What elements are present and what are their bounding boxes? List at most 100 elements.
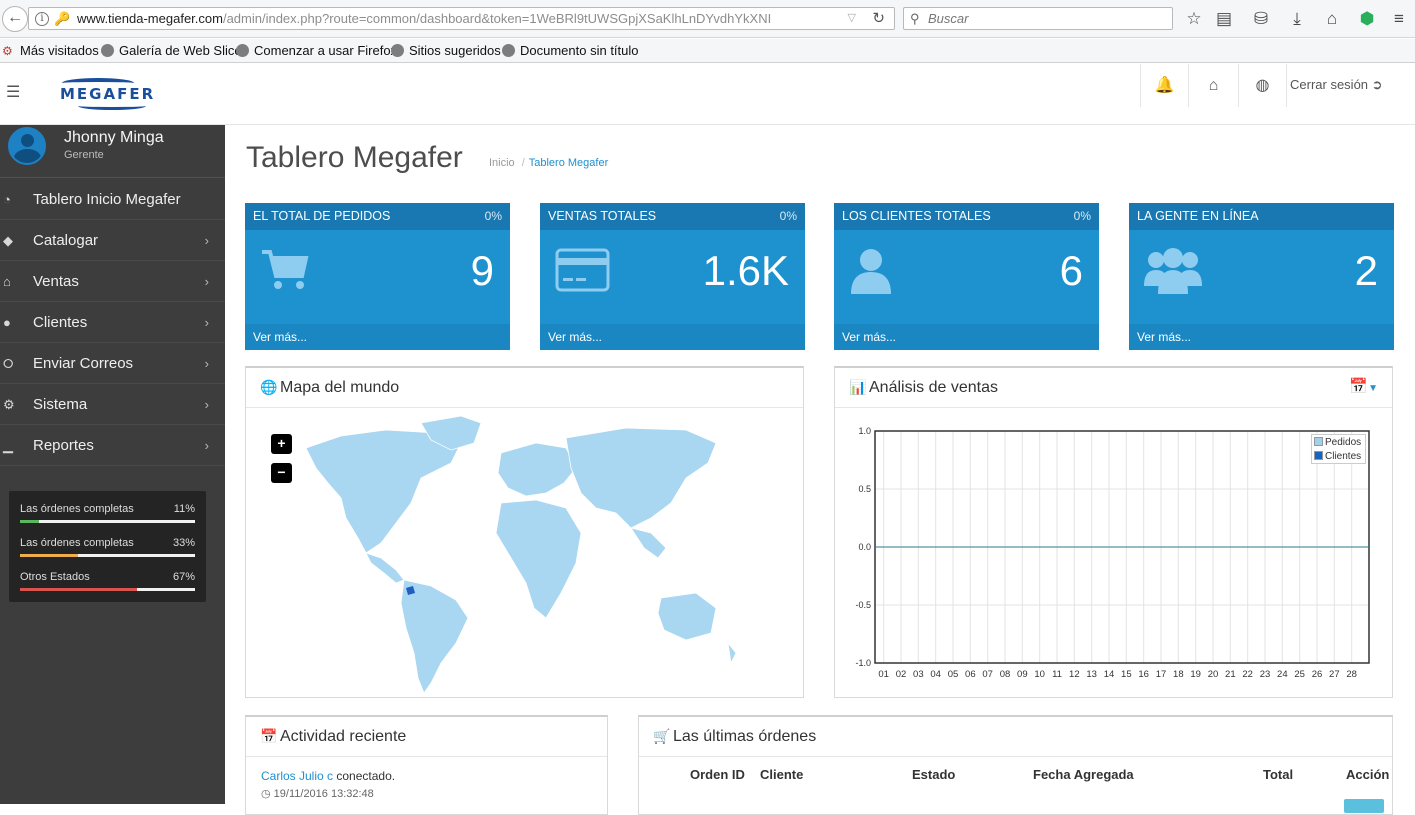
- sidebar-item-6[interactable]: ▁ Reportes ›: [0, 425, 225, 466]
- tile-title: LOS CLIENTES TOTALES: [842, 209, 991, 223]
- notifications-button[interactable]: 🔔: [1140, 64, 1188, 107]
- panel-title: Análisis de ventas: [869, 379, 998, 396]
- column-header-customer[interactable]: Cliente: [760, 767, 803, 782]
- sidebar-item-label: Reportes: [33, 437, 94, 454]
- tile-more-link[interactable]: Ver más...: [245, 324, 510, 350]
- bookmark-web-slice[interactable]: Galería de Web Slice: [101, 43, 242, 58]
- url-host: www.tienda-megafer.com: [77, 11, 223, 26]
- sidebar-item-3[interactable]: ● Clientes ›: [0, 302, 225, 343]
- bookmark-most-visited[interactable]: ⚙ Más visitados: [2, 43, 99, 58]
- reading-list-icon[interactable]: ▤: [1213, 8, 1235, 30]
- tile-heading: LA GENTE EN LÍNEA: [1129, 203, 1394, 230]
- breadcrumb-home[interactable]: Inicio: [489, 157, 515, 169]
- column-header-order-id[interactable]: Orden ID: [690, 767, 745, 782]
- x-tick-label: 09: [1017, 669, 1028, 680]
- activity-user-link[interactable]: Carlos Julio c: [261, 769, 333, 783]
- extension-icon[interactable]: ⬢: [1356, 8, 1378, 30]
- help-button[interactable]: ◍: [1238, 64, 1286, 107]
- bookmark-suggested[interactable]: Sitios sugeridos: [391, 43, 501, 58]
- sidebar-item-2[interactable]: ⌂ Ventas ›: [0, 261, 225, 302]
- tile-heading: VENTAS TOTALES 0%: [540, 203, 805, 230]
- breadcrumb-active[interactable]: Tablero Megafer: [529, 157, 609, 169]
- map-southeast-asia: [630, 527, 667, 559]
- map-zoom-out-button[interactable]: −: [271, 463, 292, 483]
- sidebar-item-1[interactable]: ◆ Catalogar ›: [0, 220, 225, 261]
- bookmark-firefox[interactable]: Comenzar a usar Firefox: [236, 43, 397, 58]
- chevron-right-icon: ›: [204, 356, 209, 371]
- map-new-zealand: [727, 641, 737, 665]
- menu-icon[interactable]: ≡: [1388, 8, 1410, 30]
- reload-icon[interactable]: ↻: [872, 8, 885, 29]
- calendar-range-button[interactable]: 📅▼: [1349, 377, 1378, 395]
- info-icon[interactable]: i: [35, 12, 49, 26]
- panel-heading: 📊 Análisis de ventas: [835, 368, 1392, 408]
- logout-button[interactable]: Cerrar sesión ➲: [1290, 77, 1383, 93]
- tile-more-link[interactable]: Ver más...: [834, 324, 1099, 350]
- tile-percent: 0%: [1073, 209, 1091, 223]
- recent-activity-panel: 📅 Actividad reciente Carlos Julio c conec…: [245, 715, 608, 815]
- order-status-panel: Las órdenes completas 11% Las órdenes comp…: [9, 491, 206, 602]
- status-progress-fill: [20, 520, 40, 523]
- globe-icon: [236, 44, 249, 57]
- star-icon[interactable]: ☆: [1183, 8, 1205, 30]
- sign-out-icon: ➲: [1371, 77, 1383, 92]
- chevron-right-icon: ›: [204, 274, 209, 289]
- tile-title: VENTAS TOTALES: [548, 209, 657, 223]
- share-icon: ⭘: [3, 356, 14, 371]
- bookmark-document[interactable]: Documento sin título: [502, 43, 639, 58]
- tile-percent: 0%: [484, 209, 502, 223]
- y-tick-label: 1.0: [858, 426, 871, 436]
- store-home-button[interactable]: ⌂: [1188, 64, 1238, 107]
- download-icon[interactable]: ⤓: [1286, 8, 1308, 30]
- legend-item-clientes: Clientes: [1314, 451, 1361, 463]
- user-profile[interactable]: Jhonny Minga Gerente: [0, 125, 225, 178]
- sidebar-item-0[interactable]: ◔ Tablero Inicio Megafer: [0, 179, 225, 220]
- pocket-icon[interactable]: ⛁: [1250, 8, 1272, 30]
- tile-value: 9: [470, 247, 494, 294]
- x-tick-label: 27: [1329, 669, 1340, 680]
- tile-value: 1.6K: [702, 247, 789, 294]
- chevron-right-icon: ›: [204, 315, 209, 330]
- activity-item: Carlos Julio c conectado. ◷ 19/11/2016 1…: [261, 769, 395, 800]
- world-map[interactable]: [246, 408, 803, 698]
- sidebar-item-5[interactable]: ⚙ Sistema ›: [0, 384, 225, 425]
- megafer-logo[interactable]: MEGAFER: [58, 78, 153, 112]
- tag-icon: ◆: [3, 233, 13, 248]
- x-tick-label: 15: [1121, 669, 1132, 680]
- panel-title: Mapa del mundo: [280, 379, 400, 396]
- map-zoom-in-button[interactable]: +: [271, 434, 292, 454]
- x-tick-label: 19: [1190, 669, 1201, 680]
- x-tick-label: 07: [982, 669, 993, 680]
- x-tick-label: 11: [1052, 669, 1062, 680]
- users-icon: [1144, 248, 1202, 298]
- status-percent: 11%: [173, 503, 195, 515]
- cog-icon: ⚙: [3, 397, 15, 412]
- url-bar[interactable]: i 🔑 www.tienda-megafer.com/admin/index.p…: [28, 7, 895, 30]
- tile-percent: 0%: [779, 209, 797, 223]
- tile-value: 2: [1354, 247, 1378, 294]
- column-header-status[interactable]: Estado: [912, 767, 955, 782]
- x-tick-label: 03: [913, 669, 924, 680]
- search-input[interactable]: ⚲ Buscar: [903, 7, 1173, 30]
- back-button[interactable]: ←: [2, 6, 28, 32]
- status-row: Otros Estados 67%: [20, 571, 195, 591]
- map-south-america: [400, 579, 469, 694]
- panel-heading: 🛒 Las últimas órdenes: [639, 717, 1392, 757]
- column-header-date-added[interactable]: Fecha Agregada: [1033, 767, 1134, 782]
- tile-more-link[interactable]: Ver más...: [540, 324, 805, 350]
- breadcrumb: Inicio / Tablero Megafer: [489, 157, 609, 169]
- view-order-button[interactable]: [1344, 799, 1384, 813]
- dropdown-icon[interactable]: ▽: [848, 8, 856, 29]
- x-tick-label: 01: [878, 669, 889, 680]
- status-row: Las órdenes completas 11%: [20, 503, 195, 523]
- column-header-total[interactable]: Total: [1263, 767, 1293, 782]
- tile-more-link[interactable]: Ver más...: [1129, 324, 1394, 350]
- menu-toggle-icon[interactable]: ☰: [6, 82, 20, 102]
- shopping-cart-icon: 🛒: [653, 728, 671, 744]
- x-tick-label: 18: [1173, 669, 1184, 680]
- x-tick-label: 08: [1000, 669, 1011, 680]
- home-icon[interactable]: ⌂: [1321, 8, 1343, 30]
- map-asia: [565, 427, 717, 529]
- sidebar-item-4[interactable]: ⭘ Enviar Correos ›: [0, 343, 225, 384]
- world-map-panel: 🌐 Mapa del mundo + −: [245, 366, 804, 698]
